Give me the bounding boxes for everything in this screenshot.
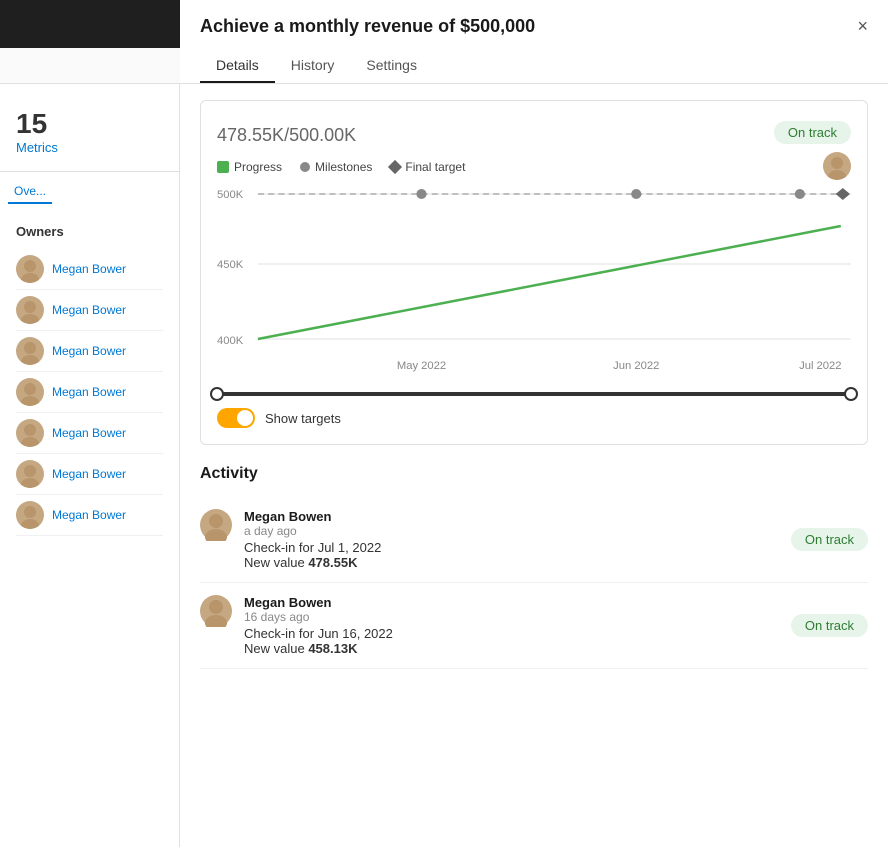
target-value: 500.00K [289,125,356,145]
svg-text:May 2022: May 2022 [397,360,446,372]
owners-section: Owners Megan Bower Megan Bower Megan Bow… [0,216,179,544]
activity-badge: On track [791,614,868,637]
modal-content: 478.55K/500.00K On track Progress [180,84,888,847]
owner-avatar [16,255,44,283]
range-slider-row [217,392,851,396]
owner-row[interactable]: Megan Bower [16,249,163,290]
owner-avatar [16,460,44,488]
legend-final-target-icon [388,160,402,174]
owner-row[interactable]: Megan Bower [16,413,163,454]
owners-title: Owners [16,224,163,239]
activity-avatar [200,509,232,541]
on-track-badge: On track [774,121,851,144]
activity-item: Megan Bowen 16 days ago Check-in for Jun… [200,583,868,669]
activity-item: Megan Bowen a day ago Check-in for Jul 1… [200,497,868,583]
svg-text:450K: 450K [217,259,244,271]
show-targets-label: Show targets [265,411,341,426]
range-handle-left[interactable] [210,387,224,401]
svg-text:Jun 2022: Jun 2022 [613,360,659,372]
legend-milestones-icon [300,162,310,172]
owner-name: Megan Bower [52,262,126,276]
metrics-label: Metrics [16,140,163,155]
owner-name: Megan Bower [52,508,126,522]
chart-legend: Progress Milestones Final target [217,160,851,174]
modal-panel: Achieve a monthly revenue of $500,000 × … [180,0,888,847]
current-value: 478.55K [217,125,284,145]
modal-tabs: Details History Settings [200,49,868,83]
owner-avatar [16,378,44,406]
legend-progress-label: Progress [234,160,282,174]
modal-header: Achieve a monthly revenue of $500,000 × … [180,0,888,84]
current-value-display: 478.55K/500.00K [217,117,356,148]
activity-time: a day ago [244,524,779,538]
owner-avatar [16,296,44,324]
chart-area: 500K 450K 400K [217,184,851,384]
chart-svg: 500K 450K 400K [217,184,851,384]
svg-text:400K: 400K [217,335,244,347]
metrics-count: 15 [16,108,163,140]
activity-badge: On track [791,528,868,551]
toggle-knob [237,410,253,426]
activity-checkin: Check-in for Jul 1, 2022 [244,540,779,555]
activity-value: New value 478.55K [244,555,779,570]
activity-body: Megan Bowen 16 days ago Check-in for Jun… [244,595,779,656]
owner-name: Megan Bower [52,385,126,399]
owner-row[interactable]: Megan Bower [16,290,163,331]
owner-avatar [16,419,44,447]
activity-user-name: Megan Bowen [244,595,779,610]
modal-title: Achieve a monthly revenue of $500,000 [200,16,535,37]
left-panel: 15 Metrics Ove... Owners Megan Bower Meg… [0,84,180,847]
tab-details[interactable]: Details [200,49,275,83]
activity-user-name: Megan Bowen [244,509,779,524]
owner-row[interactable]: Megan Bower [16,454,163,495]
owner-name: Megan Bower [52,344,126,358]
legend-progress: Progress [217,160,282,174]
metrics-summary: 15 Metrics [0,100,179,172]
svg-text:Jul 2022: Jul 2022 [799,360,841,372]
legend-milestones: Milestones [300,160,372,174]
owner-row[interactable]: Megan Bower [16,495,163,536]
owner-row[interactable]: Megan Bower [16,372,163,413]
activity-body: Megan Bowen a day ago Check-in for Jul 1… [244,509,779,570]
owner-row[interactable]: Megan Bower [16,331,163,372]
owner-name: Megan Bower [52,467,126,481]
chart-card: 478.55K/500.00K On track Progress [200,100,868,445]
owner-avatar [16,501,44,529]
legend-final-target: Final target [390,160,465,174]
owner-name: Megan Bower [52,303,126,317]
show-targets-toggle-row: Show targets [217,408,851,428]
activity-value: New value 458.13K [244,641,779,656]
main-layout: 15 Metrics Ove... Owners Megan Bower Meg… [0,84,888,847]
range-handle-right[interactable] [844,387,858,401]
legend-progress-icon [217,161,229,173]
activity-checkin: Check-in for Jun 16, 2022 [244,626,779,641]
activity-section: Activity Megan Bowen a day ago Check-in … [200,465,868,669]
activity-title: Activity [200,465,868,483]
chart-user-avatar [823,152,851,180]
close-button[interactable]: × [857,16,868,37]
legend-final-target-label: Final target [405,160,465,174]
owner-name: Megan Bower [52,426,126,440]
tab-overview[interactable]: Ove... [8,180,52,204]
show-targets-toggle[interactable] [217,408,255,428]
tab-history[interactable]: History [275,49,351,83]
svg-text:500K: 500K [217,189,244,201]
activity-time: 16 days ago [244,610,779,624]
activity-avatar [200,595,232,627]
left-panel-tabs: Ove... [0,180,179,204]
owner-avatar [16,337,44,365]
range-slider[interactable] [217,392,851,396]
tab-settings[interactable]: Settings [350,49,433,83]
legend-milestones-label: Milestones [315,160,372,174]
